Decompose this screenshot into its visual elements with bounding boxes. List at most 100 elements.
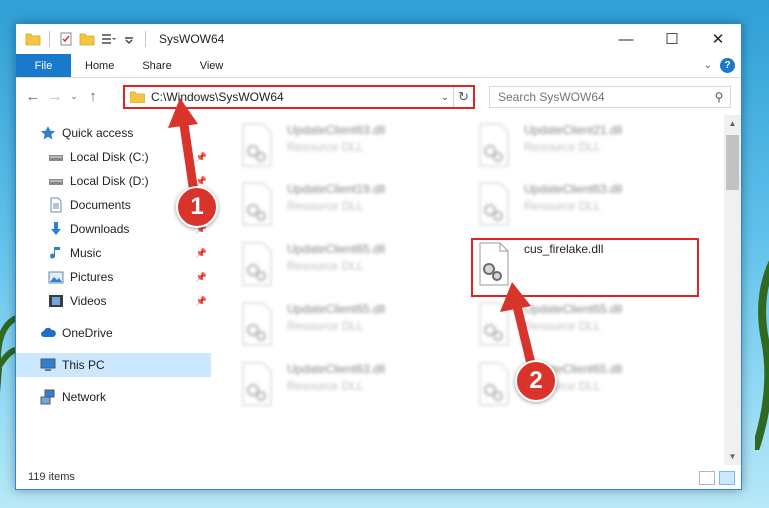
dll-file-icon — [479, 182, 509, 226]
scroll-thumb[interactable] — [726, 135, 739, 190]
sidebar-item-quick-access[interactable]: Quick access — [16, 121, 211, 145]
address-bar[interactable]: C:\Windows\SysWOW64 ⌄ ↻ — [123, 85, 475, 109]
sidebar-item-this-pc[interactable]: This PC — [16, 353, 211, 377]
file-type: Resource DLL — [287, 199, 364, 213]
search-input[interactable] — [498, 90, 708, 104]
desktop-palm-decoration — [0, 315, 16, 393]
file-name: UpdateClient19.dll — [287, 182, 386, 196]
star-icon — [40, 126, 56, 140]
address-path[interactable]: C:\Windows\SysWOW64 — [151, 90, 437, 104]
sidebar-item-label: Network — [62, 390, 107, 404]
details-view-button[interactable] — [699, 471, 715, 485]
file-item[interactable]: UpdateClient19.dll Resource DLL — [239, 178, 469, 230]
folder-icon — [130, 91, 145, 103]
customize-toolbar-icon[interactable] — [100, 31, 116, 47]
sidebar-item-local-disk-d[interactable]: Local Disk (D:) 📌 — [16, 169, 211, 193]
dll-file-icon — [479, 362, 509, 406]
recent-locations-button[interactable]: ⌄ — [66, 91, 82, 102]
address-history-dropdown[interactable]: ⌄ — [437, 92, 453, 103]
new-folder-icon[interactable] — [79, 31, 95, 47]
pin-icon: 📌 — [195, 247, 207, 258]
quick-access-toolbar — [16, 31, 149, 47]
ribbon-tabs: File Home Share View ⌄ ? — [16, 54, 741, 78]
sidebar-item-videos[interactable]: Videos 📌 — [16, 289, 211, 313]
file-type: Resource DLL — [287, 259, 364, 273]
title-bar: SysWOW64 — ☐ ✕ — [16, 24, 741, 54]
file-item[interactable]: UpdateClient21.dll Resource DLL — [476, 119, 706, 171]
forward-button[interactable]: → — [44, 88, 66, 105]
file-item[interactable]: UpdateClient65.dll Resource DLL — [476, 358, 706, 410]
sidebar-item-label: Local Disk (C:) — [70, 150, 149, 164]
file-name: UpdateClient65.dll — [524, 302, 623, 316]
window-title: SysWOW64 — [159, 32, 225, 46]
pin-icon: 📌 — [195, 151, 207, 162]
help-button[interactable]: ? — [720, 58, 735, 73]
file-type: Resource DLL — [287, 140, 364, 154]
file-name: UpdateClient63.dll — [524, 182, 623, 196]
expand-ribbon-icon[interactable]: ⌄ — [704, 60, 712, 71]
sidebar-item-label: OneDrive — [62, 326, 113, 340]
sidebar-item-label: Downloads — [70, 222, 130, 236]
file-name: UpdateClient21.dll — [524, 123, 623, 137]
dll-file-icon — [242, 302, 272, 346]
file-type: Resource DLL — [287, 379, 364, 393]
file-item[interactable]: UpdateClient65.dll Resource DLL — [239, 238, 469, 290]
file-item[interactable]: UpdateClient65.dll Resource DLL — [476, 298, 706, 350]
file-item[interactable]: UpdateClient65.dll Resource DLL — [239, 298, 469, 350]
drive-icon — [49, 179, 63, 185]
sidebar-item-label: Videos — [70, 294, 107, 308]
sidebar-item-label: Pictures — [70, 270, 114, 284]
sidebar-item-label: Documents — [70, 198, 131, 212]
item-count: 119 items — [28, 471, 75, 483]
file-item[interactable]: UpdateClient63.dll Resource DLL — [239, 119, 469, 171]
file-item[interactable]: UpdateClient63.dll Resource DLL — [476, 178, 706, 230]
sidebar-item-label: This PC — [62, 358, 105, 372]
file-name: UpdateClient65.dll — [287, 242, 386, 256]
vertical-scrollbar[interactable]: ▲ ▼ — [724, 115, 741, 465]
file-type: Resource DLL — [524, 319, 601, 333]
file-type: Resource DLL — [524, 199, 601, 213]
minimize-button[interactable]: — — [603, 24, 649, 54]
maximize-button[interactable]: ☐ — [649, 24, 695, 54]
refresh-button[interactable]: ↻ — [453, 87, 473, 107]
videos-icon — [49, 295, 63, 307]
scroll-down-button[interactable]: ▼ — [724, 448, 741, 465]
pin-icon: 📌 — [195, 295, 207, 306]
dll-file-icon — [242, 242, 272, 286]
large-icons-view-button[interactable] — [719, 471, 735, 485]
sidebar-item-label: Music — [70, 246, 102, 260]
network-icon — [40, 389, 55, 405]
drive-icon — [49, 155, 63, 161]
step-badge-1: 1 — [176, 186, 218, 228]
search-box[interactable]: ⚲ — [489, 86, 731, 108]
back-button[interactable]: ← — [22, 88, 44, 105]
file-item[interactable]: UpdateClient63.dll Resource DLL — [239, 358, 469, 410]
close-button[interactable]: ✕ — [695, 24, 741, 54]
download-icon — [51, 222, 61, 235]
up-button[interactable]: ↑ — [82, 88, 104, 105]
sidebar-item-pictures[interactable]: Pictures 📌 — [16, 265, 211, 289]
cloud-icon — [41, 327, 56, 337]
tab-share[interactable]: Share — [128, 54, 185, 77]
file-type: Resource DLL — [287, 319, 364, 333]
music-icon — [50, 247, 60, 259]
sidebar-item-music[interactable]: Music 📌 — [16, 241, 211, 265]
scroll-up-button[interactable]: ▲ — [724, 115, 741, 132]
tab-home[interactable]: Home — [71, 54, 128, 77]
pin-icon: 📌 — [195, 175, 207, 186]
chevron-down-icon[interactable] — [121, 31, 137, 47]
dll-file-icon — [242, 123, 272, 167]
file-name: UpdateClient63.dll — [287, 123, 386, 137]
file-name: UpdateClient63.dll — [287, 362, 386, 376]
search-icon[interactable]: ⚲ — [708, 90, 730, 104]
tab-file[interactable]: File — [16, 54, 71, 77]
status-bar: 119 items — [16, 465, 741, 489]
sidebar-item-local-disk-c[interactable]: Local Disk (C:) 📌 — [16, 145, 211, 169]
dll-file-icon — [479, 302, 509, 346]
sidebar-item-onedrive[interactable]: OneDrive — [16, 321, 211, 345]
view-switcher — [699, 471, 735, 485]
properties-icon[interactable] — [58, 31, 74, 47]
tab-view[interactable]: View — [186, 54, 238, 77]
navigation-pane: Quick access Local Disk (C:) 📌 Local Dis… — [16, 117, 211, 465]
sidebar-item-network[interactable]: Network — [16, 385, 211, 409]
